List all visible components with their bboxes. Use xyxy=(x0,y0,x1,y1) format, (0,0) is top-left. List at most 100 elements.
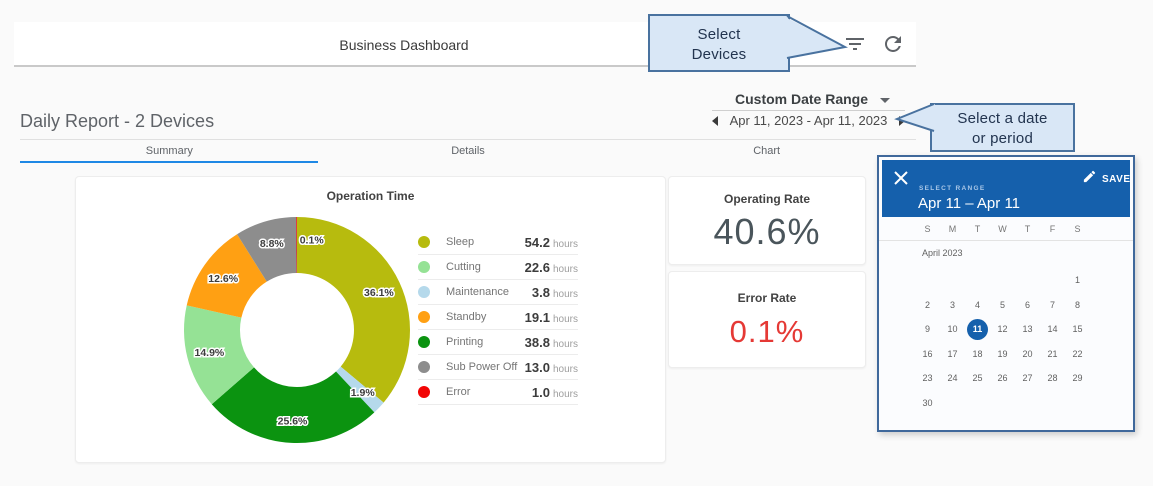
legend-row: Sleep 54.2 hours xyxy=(418,230,578,255)
date-range-value[interactable]: Apr 11, 2023 - Apr 11, 2023 xyxy=(730,113,888,128)
calendar-day[interactable]: 1 xyxy=(1065,268,1090,293)
slice-percent-label: 25.6% xyxy=(278,415,308,427)
tab-bar: Summary Details Chart xyxy=(20,141,916,161)
calendar-day[interactable]: 22 xyxy=(1065,342,1090,367)
metric-label: Operating Rate xyxy=(723,192,810,206)
app-title: Business Dashboard xyxy=(339,37,469,53)
calendar-day[interactable]: 24 xyxy=(940,366,965,391)
weekday-label: T xyxy=(1024,224,1031,234)
callout-line: Devices xyxy=(691,46,747,63)
previous-date-button[interactable] xyxy=(712,115,718,126)
calendar-day[interactable]: 4 xyxy=(965,293,990,318)
legend-label: Cutting xyxy=(446,261,481,273)
calendar-day[interactable]: 5 xyxy=(990,293,1015,318)
calendar-day[interactable]: 13 xyxy=(1015,317,1040,342)
slice-percent-label: 8.8% xyxy=(260,238,285,250)
legend-label: Maintenance xyxy=(446,286,509,298)
calendar-empty-cell xyxy=(940,268,965,293)
legend-row: Printing 38.8 hours xyxy=(418,330,578,355)
calendar-day[interactable]: 23 xyxy=(915,366,940,391)
weekday-label: W xyxy=(998,224,1007,234)
calendar-day[interactable]: 14 xyxy=(1040,317,1065,342)
calendar-empty-cell xyxy=(990,268,1015,293)
calendar-empty-cell xyxy=(940,391,965,416)
callout-line: Select a date xyxy=(957,110,1048,127)
calendar-day[interactable]: 2 xyxy=(915,293,940,318)
tab-summary[interactable]: Summary xyxy=(20,141,319,161)
calendar-day[interactable]: 9 xyxy=(915,317,940,342)
weekday-label: S xyxy=(1074,224,1081,234)
calendar-day[interactable]: 11 xyxy=(965,317,990,342)
calendar-day[interactable]: 20 xyxy=(1015,342,1040,367)
calendar-day[interactable]: 25 xyxy=(965,366,990,391)
slice-percent-label: 0.1% xyxy=(300,235,325,247)
slice-percent-label: 1.9% xyxy=(351,387,376,399)
legend-value: 54.2 hours xyxy=(524,234,578,250)
legend-swatch xyxy=(418,311,430,323)
legend-row: Error 1.0 hours xyxy=(418,380,578,405)
calendar-day[interactable]: 3 xyxy=(940,293,965,318)
legend-row: Standby 19.1 hours xyxy=(418,305,578,330)
chart-legend: Sleep 54.2 hours Cutting 22.6 hours Maintenanc… xyxy=(418,230,578,405)
selected-range-text: Apr 11 – Apr 11 xyxy=(918,195,1021,212)
legend-value: 1.0 hours xyxy=(531,384,578,400)
page-title: Daily Report - 2 Devices xyxy=(20,111,215,131)
callout-line: or period xyxy=(971,130,1033,147)
calendar-day[interactable]: 28 xyxy=(1040,366,1065,391)
calendar-day[interactable]: 19 xyxy=(990,342,1015,367)
calendar-empty-cell xyxy=(965,268,990,293)
calendar-day[interactable]: 12 xyxy=(990,317,1015,342)
chevron-down-icon xyxy=(880,98,890,103)
legend-value: 19.1 hours xyxy=(524,309,578,325)
legend-swatch xyxy=(418,261,430,273)
save-button[interactable]: SAVE xyxy=(1102,174,1131,185)
calendar-day[interactable]: 6 xyxy=(1015,293,1040,318)
date-picker-panel: SAVE SELECT RANGE Apr 11 – Apr 11 S M T W T F… xyxy=(877,155,1135,432)
calendar-day[interactable]: 27 xyxy=(1015,366,1040,391)
edit-range-button[interactable] xyxy=(1080,169,1098,187)
calendar-day[interactable]: 26 xyxy=(990,366,1015,391)
slice-percent-label: 36.1% xyxy=(364,287,394,299)
calendar-day[interactable]: 18 xyxy=(965,342,990,367)
calendar-day[interactable]: 29 xyxy=(1065,366,1090,391)
legend-value: 38.8 hours xyxy=(524,334,578,350)
calendar-day[interactable]: 16 xyxy=(915,342,940,367)
select-date-callout: Select a date or period xyxy=(930,103,1075,152)
error-rate-card: Error Rate 0.1% xyxy=(668,271,866,368)
legend-swatch xyxy=(418,336,430,348)
legend-value: 22.6 hours xyxy=(524,259,578,275)
calendar-day[interactable]: 21 xyxy=(1040,342,1065,367)
close-button[interactable] xyxy=(892,170,910,188)
selected-day[interactable]: 11 xyxy=(967,318,988,340)
legend-swatch xyxy=(418,361,430,373)
pencil-icon xyxy=(1082,170,1097,187)
legend-row: Sub Power Off 13.0 hours xyxy=(418,355,578,380)
tab-details[interactable]: Details xyxy=(319,141,618,161)
date-range-underline xyxy=(712,110,905,111)
legend-label: Sub Power Off xyxy=(446,361,518,373)
weekday-label: F xyxy=(1049,224,1056,234)
select-devices-callout: Select Devices xyxy=(648,14,790,72)
slice-percent-label: 12.6% xyxy=(208,273,238,285)
weekday-label: T xyxy=(974,224,981,234)
weekday-header-row: SMTWTFS xyxy=(915,221,1090,237)
legend-value: 13.0 hours xyxy=(524,359,578,375)
calendar-empty-cell xyxy=(1015,391,1040,416)
calendar-day[interactable]: 8 xyxy=(1065,293,1090,318)
tab-chart[interactable]: Chart xyxy=(617,141,916,161)
refresh-button[interactable] xyxy=(879,31,907,59)
error-rate-value: 0.1% xyxy=(729,314,805,349)
operation-time-donut-chart: 36.1% 1.9% 25.6% 14.9% 12.6% 8.8% 0.1% xyxy=(183,216,410,443)
calendar-day[interactable]: 10 xyxy=(940,317,965,342)
legend-value: 3.8 hours xyxy=(531,284,578,300)
legend-row: Cutting 22.6 hours xyxy=(418,255,578,280)
operating-rate-value: 40.6% xyxy=(713,211,821,252)
date-range-type-dropdown[interactable]: Custom Date Range xyxy=(735,91,868,107)
date-range-nav: Apr 11, 2023 - Apr 11, 2023 xyxy=(712,112,905,129)
calendar-day[interactable]: 7 xyxy=(1040,293,1065,318)
calendar-day[interactable]: 15 xyxy=(1065,317,1090,342)
calendar-day[interactable]: 30 xyxy=(915,391,940,416)
legend-label: Standby xyxy=(446,311,487,323)
legend-swatch xyxy=(418,386,430,398)
calendar-day[interactable]: 17 xyxy=(940,342,965,367)
